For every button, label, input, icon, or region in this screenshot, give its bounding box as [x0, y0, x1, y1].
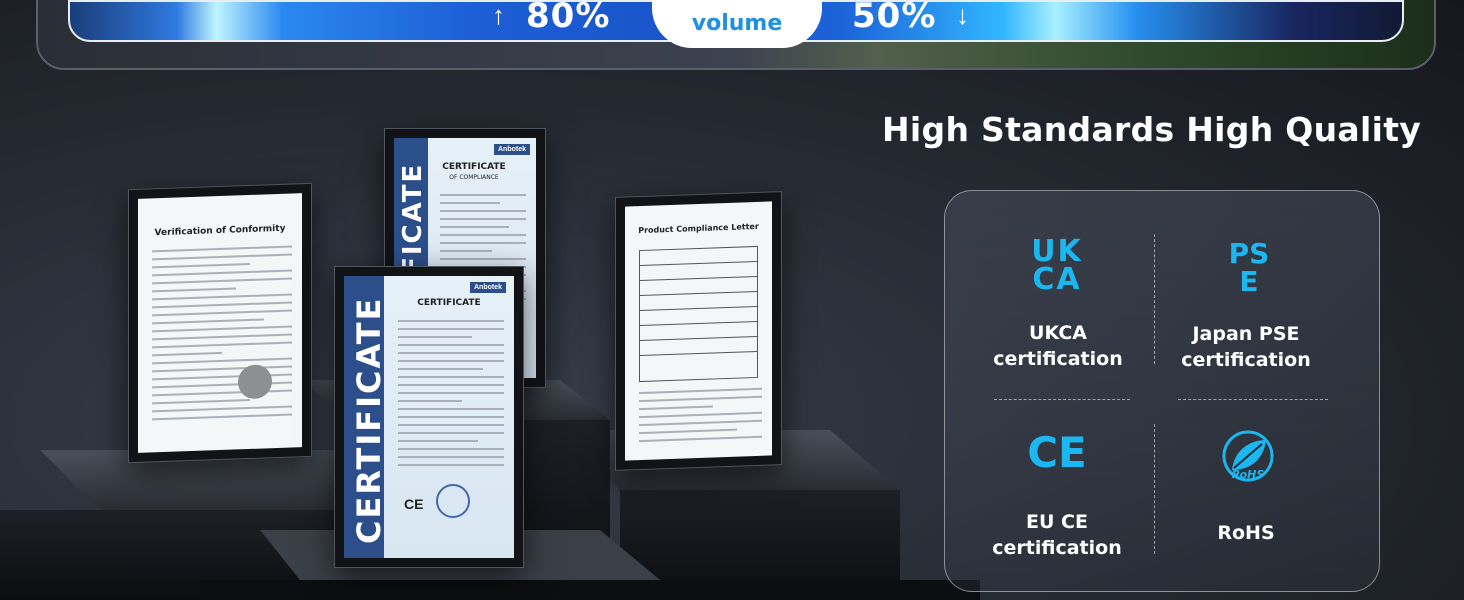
rohs-logo-text: RoHS — [1231, 468, 1265, 481]
doc4-title: CERTIFICATE — [417, 298, 481, 308]
down-arrow-icon: ↓ — [956, 0, 969, 30]
ce-label-line2: certification — [992, 537, 1122, 559]
horizontal-divider-left — [994, 399, 1130, 400]
up-arrow-icon: ↑ — [492, 0, 505, 30]
pse-label-line1: Japan PSE — [1192, 323, 1300, 345]
horizontal-divider-right — [1178, 399, 1328, 400]
ukca-label-line2: certification — [993, 348, 1123, 370]
pse-label: Japan PSE certification — [1146, 321, 1346, 373]
ukca-label: UKCA certification — [958, 320, 1158, 372]
verification-certificate: Verification of Conformity — [128, 182, 312, 464]
rohs-label: RoHS — [1146, 520, 1346, 546]
rohs-label-line1: RoHS — [1217, 522, 1275, 544]
doc2-title: CERTIFICATE — [442, 162, 506, 172]
right-volume-value: 50% — [852, 0, 937, 36]
doc3-title: Product Compliance Letter — [638, 221, 759, 236]
doc1-title: Verification of Conformity — [154, 223, 286, 239]
ce-certificate: CERTIFICATE Anbotek CERTIFICATE CE — [334, 266, 524, 568]
ukca-mark-icon: UK CA — [1031, 234, 1083, 297]
doc4-brand-logo: Anbotek — [470, 282, 506, 293]
ce-label-line1: EU CE — [1026, 511, 1088, 533]
left-volume-value: 80% — [526, 0, 611, 36]
ukca-label-line1: UKCA — [1029, 322, 1087, 344]
ce-mark-icon: CE — [404, 496, 424, 512]
ce-mark-icon: CE — [1027, 428, 1087, 477]
pse-mark-icon: PS E — [1228, 237, 1270, 298]
volume-label: volume — [691, 10, 783, 36]
volume-pill: volume — [652, 0, 822, 48]
compliance-table — [639, 245, 758, 383]
doc2-brand-logo: Anbotek — [494, 144, 530, 155]
stamp-icon — [436, 484, 470, 518]
page-headline: High Standards High Quality — [882, 110, 1422, 149]
ce-label: EU CE certification — [957, 509, 1157, 561]
doc2-subtitle: OF COMPLIANCE — [449, 174, 499, 181]
pse-label-line2: certification — [1181, 349, 1311, 371]
doc4-band-text: CERTIFICATE — [350, 296, 388, 545]
product-compliance-letter: Product Compliance Letter — [615, 191, 782, 471]
